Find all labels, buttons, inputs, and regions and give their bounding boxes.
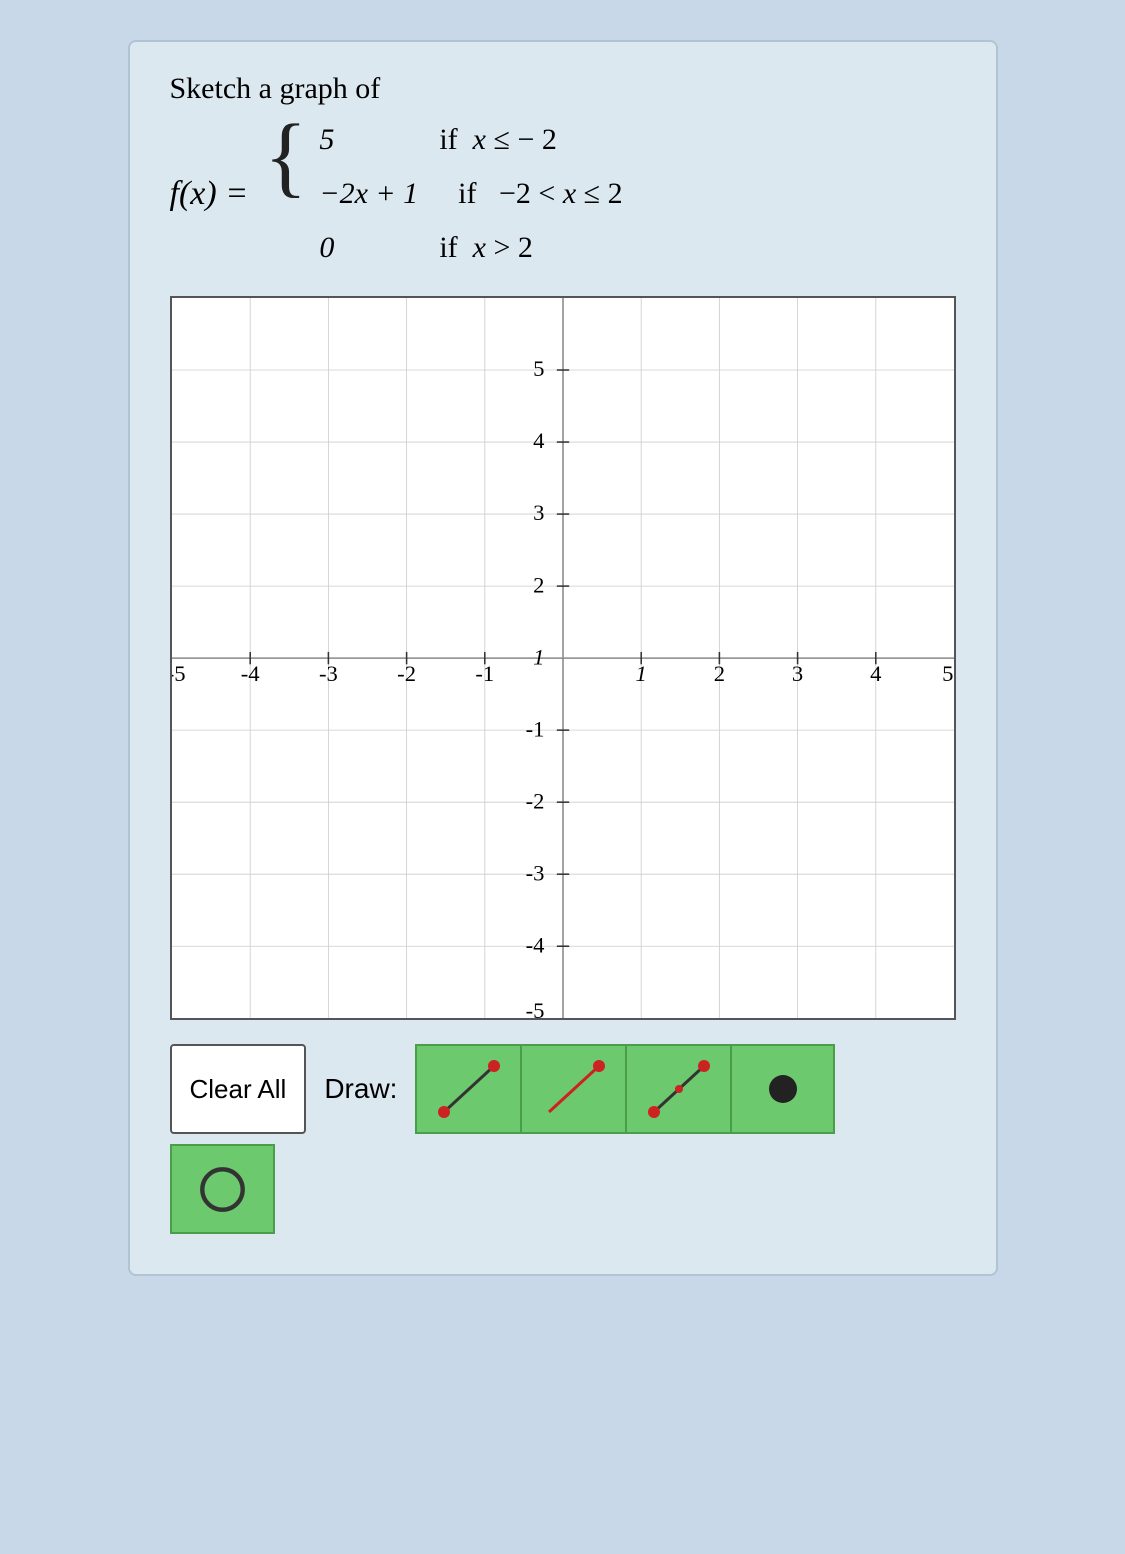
- y-label-neg4: -4: [525, 932, 544, 957]
- left-brace: {: [264, 112, 307, 272]
- second-row-tools: [170, 1144, 956, 1234]
- problem-title: Sketch a graph of: [170, 72, 956, 106]
- solid-line-open-end-tool[interactable]: [625, 1044, 730, 1134]
- y-label-5: 5: [533, 356, 544, 381]
- y-label-1: 1: [533, 644, 544, 669]
- case-value-3: 0: [319, 224, 399, 272]
- case-condition-1: if x ≤ − 2: [439, 116, 557, 164]
- case-row-1: 5 if x ≤ − 2: [319, 116, 622, 164]
- case-condition-2: if −2 < x ≤ 2: [458, 170, 622, 218]
- toolbar: Clear All Draw:: [170, 1044, 956, 1134]
- x-label-2: 2: [713, 661, 724, 686]
- case-value-2: −2x + 1: [319, 170, 418, 218]
- x-label-3: 3: [791, 661, 802, 686]
- y-label-3: 3: [533, 500, 544, 525]
- x-label-1: 1: [635, 661, 646, 686]
- x-label-neg1: -1: [475, 661, 494, 686]
- piecewise-function: f(x) = { 5 if x ≤ − 2 −2x + 1 if −2 < x …: [170, 116, 956, 272]
- x-label-5: 5: [942, 661, 953, 686]
- y-label-2: 2: [533, 572, 544, 597]
- solid-line-open-start-tool-icon: [539, 1054, 609, 1124]
- case-condition-3: if x > 2: [439, 224, 533, 272]
- dot-tool[interactable]: [730, 1044, 835, 1134]
- dot-tool-icon: [748, 1054, 818, 1124]
- x-label-neg2: -2: [397, 661, 416, 686]
- y-label-neg2: -2: [525, 788, 544, 813]
- case-value-1: 5: [319, 116, 399, 164]
- cases-table: 5 if x ≤ − 2 −2x + 1 if −2 < x ≤ 2 0 if …: [319, 116, 622, 272]
- x-label-neg5: -5: [172, 661, 186, 686]
- open-circle-tool[interactable]: [170, 1144, 275, 1234]
- x-label-neg3: -3: [318, 661, 337, 686]
- draw-label: Draw:: [316, 1044, 405, 1134]
- y-label-neg5: -5: [525, 998, 544, 1018]
- x-label-neg4: -4: [240, 661, 259, 686]
- solid-line-tool-icon: [434, 1054, 504, 1124]
- main-card: Sketch a graph of f(x) = { 5 if x ≤ − 2 …: [128, 40, 998, 1276]
- function-label: f(x) =: [170, 175, 249, 213]
- y-label-neg3: -3: [525, 860, 544, 885]
- clear-all-button[interactable]: Clear All: [170, 1044, 307, 1134]
- solid-line-open-start-tool[interactable]: [520, 1044, 625, 1134]
- graph-svg[interactable]: -5 -4 -3 -2 -1 1 2 3 4 5 5 4 3 2 1 -1 -2…: [172, 298, 954, 1018]
- graph-area[interactable]: -5 -4 -3 -2 -1 1 2 3 4 5 5 4 3 2 1 -1 -2…: [170, 296, 956, 1020]
- draw-tools: [415, 1044, 835, 1134]
- case-row-2: −2x + 1 if −2 < x ≤ 2: [319, 170, 622, 218]
- brace-cases: { 5 if x ≤ − 2 −2x + 1 if −2 < x ≤ 2 0 i…: [264, 116, 623, 272]
- solid-line-tool[interactable]: [415, 1044, 520, 1134]
- x-label-4: 4: [870, 661, 881, 686]
- open-circle-tool-icon: [172, 1139, 273, 1240]
- y-label-4: 4: [533, 428, 544, 453]
- case-row-3: 0 if x > 2: [319, 224, 622, 272]
- y-label-neg1: -1: [525, 716, 544, 741]
- solid-line-open-end-tool-icon: [644, 1054, 714, 1124]
